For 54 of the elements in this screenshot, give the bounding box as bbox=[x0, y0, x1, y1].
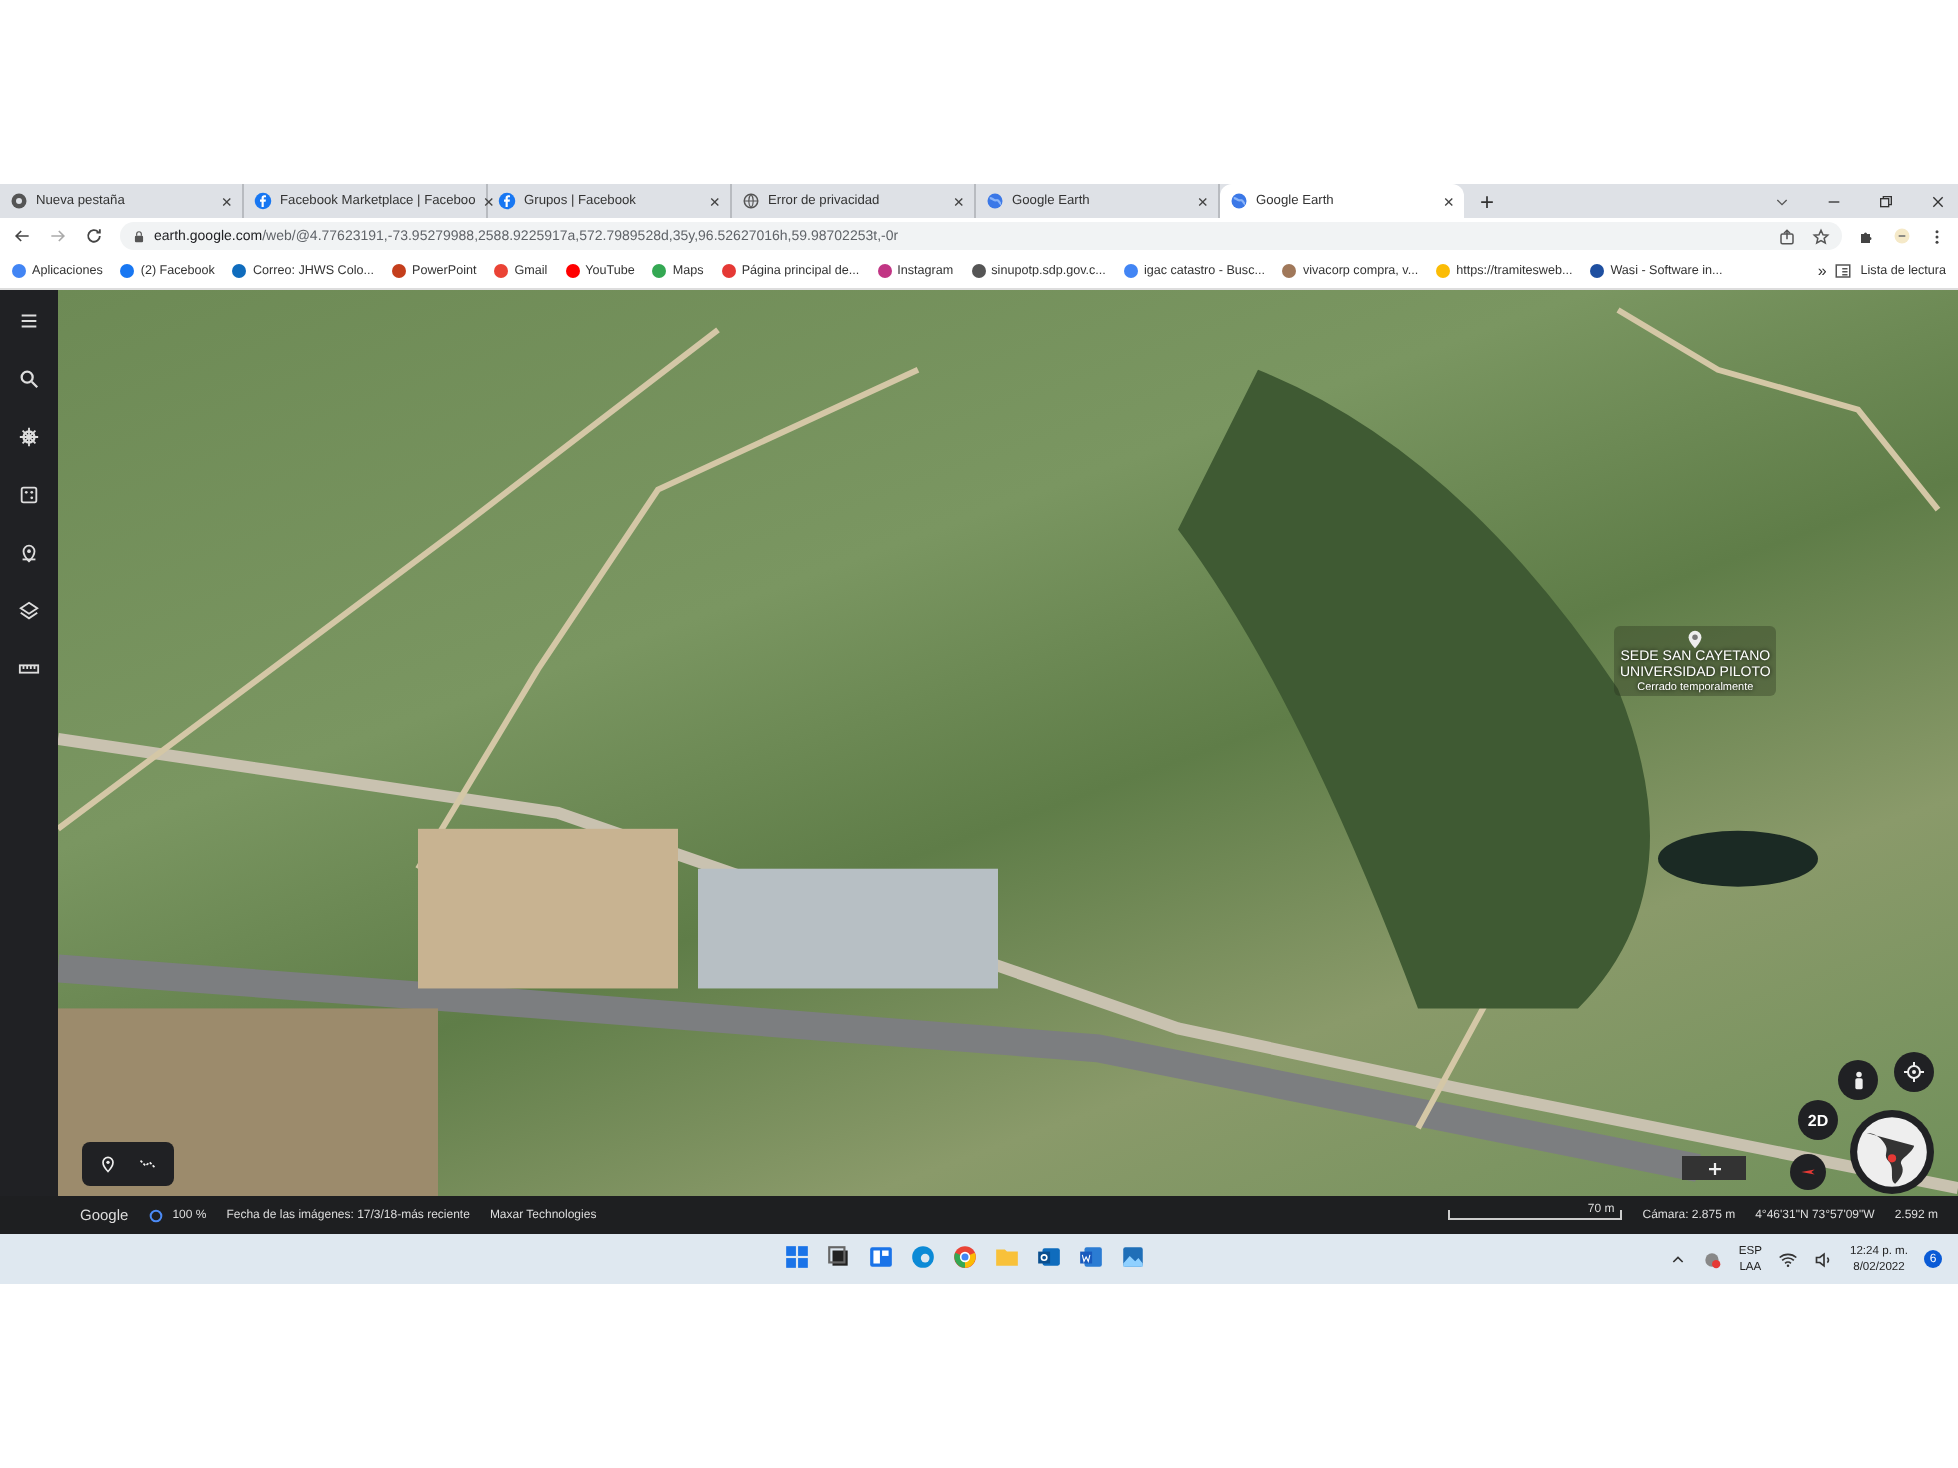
speaker-icon[interactable] bbox=[1813, 1249, 1834, 1269]
close-icon[interactable] bbox=[1930, 193, 1946, 209]
start-icon[interactable] bbox=[784, 1244, 810, 1270]
view-mode-button[interactable]: 2D bbox=[1798, 1100, 1838, 1140]
close-tab-button[interactable]: × bbox=[483, 191, 495, 211]
more-bookmarks-button[interactable]: » bbox=[1817, 262, 1827, 280]
close-tab-button[interactable]: × bbox=[1197, 191, 1208, 211]
my-location-button[interactable] bbox=[1894, 1052, 1934, 1092]
facebook-icon bbox=[254, 192, 272, 210]
wifi-icon[interactable] bbox=[1777, 1249, 1798, 1269]
profile-icon[interactable] bbox=[1892, 226, 1912, 246]
reload-icon[interactable] bbox=[84, 226, 104, 246]
new-tab-button[interactable]: + bbox=[1480, 187, 1495, 215]
lock-icon bbox=[132, 229, 146, 243]
close-tab-button[interactable]: × bbox=[953, 191, 964, 211]
layers-icon[interactable] bbox=[18, 600, 40, 622]
ship-wheel-icon[interactable] bbox=[18, 426, 40, 448]
chevron-up-icon[interactable] bbox=[1670, 1251, 1687, 1267]
globe-icon bbox=[742, 192, 760, 210]
menu-icon[interactable] bbox=[18, 310, 40, 332]
search-icon[interactable] bbox=[18, 368, 40, 390]
globe-icon bbox=[1854, 1114, 1930, 1190]
star-icon[interactable] bbox=[1812, 227, 1830, 245]
ruler-icon[interactable] bbox=[18, 658, 40, 680]
street-view-button[interactable] bbox=[1838, 1060, 1878, 1100]
edge-browser-icon[interactable] bbox=[910, 1244, 936, 1270]
task-view-icon[interactable] bbox=[826, 1244, 852, 1270]
restore-icon[interactable] bbox=[1878, 193, 1894, 209]
globe-icon bbox=[1230, 192, 1248, 210]
map-pin-icon[interactable] bbox=[98, 1154, 118, 1174]
target-icon bbox=[1902, 1060, 1926, 1084]
document-app-icon[interactable] bbox=[1078, 1244, 1104, 1270]
close-tab-button[interactable]: × bbox=[1443, 191, 1454, 211]
reading-list-icon[interactable] bbox=[1834, 262, 1853, 280]
chrome-browser-icon[interactable] bbox=[952, 1244, 978, 1270]
dice-icon[interactable] bbox=[18, 484, 40, 506]
close-tab-button[interactable]: × bbox=[221, 191, 232, 211]
close-tab-button[interactable]: × bbox=[709, 191, 720, 211]
facebook-icon bbox=[498, 192, 516, 210]
share-icon[interactable] bbox=[1778, 227, 1796, 245]
globe-button[interactable] bbox=[1850, 1110, 1934, 1194]
photos-app-icon[interactable] bbox=[1120, 1244, 1146, 1270]
zoom-control[interactable] bbox=[1682, 1156, 1746, 1180]
location-pin-icon[interactable] bbox=[1684, 628, 1707, 650]
browser-icon bbox=[10, 192, 28, 210]
back-icon[interactable] bbox=[12, 226, 32, 246]
loading-ring-icon bbox=[148, 1207, 165, 1223]
globe-icon bbox=[986, 192, 1004, 210]
mail-app-icon[interactable] bbox=[1036, 1244, 1062, 1270]
map-pin-icon[interactable] bbox=[18, 542, 40, 564]
puzzle-icon[interactable] bbox=[1858, 227, 1876, 245]
zoom-in-icon[interactable] bbox=[1705, 1159, 1723, 1177]
widgets-icon[interactable] bbox=[868, 1244, 894, 1270]
compass-button[interactable] bbox=[1790, 1154, 1826, 1190]
